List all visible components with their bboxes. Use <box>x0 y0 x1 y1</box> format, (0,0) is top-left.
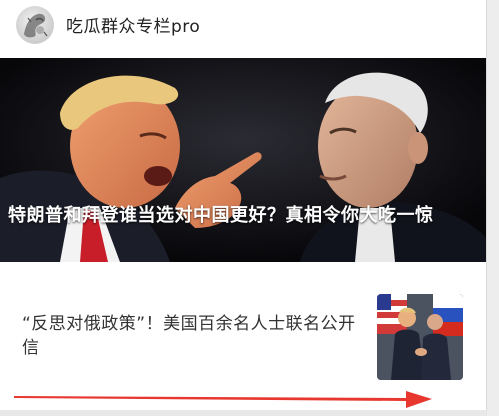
feed-card: 吃瓜群众专栏pro 特朗普和拜登谁当选对中国更好？真相令你大吃一惊 “反思对俄政… <box>0 0 487 410</box>
hero-title[interactable]: 特朗普和拜登谁当选对中国更好？真相令你大吃一惊 <box>8 204 480 228</box>
scrollbar-track[interactable] <box>487 0 499 416</box>
article-title[interactable]: “反思对俄政策”！美国百余名人士联名公开信 <box>22 312 362 360</box>
red-arrow-annotation <box>14 391 432 408</box>
article-list-item[interactable]: “反思对俄政策”！美国百余名人士联名公开信 <box>0 282 486 382</box>
article-thumbnail[interactable] <box>377 294 463 380</box>
channel-name[interactable]: 吃瓜群众专栏pro <box>66 12 200 37</box>
ink-painting-avatar-icon <box>24 13 48 38</box>
trump-biden-photo <box>0 58 486 262</box>
channel-header[interactable]: 吃瓜群众专栏pro <box>0 0 486 50</box>
channel-avatar[interactable] <box>16 6 54 44</box>
handshake-photo <box>377 294 463 380</box>
hero-article[interactable]: 特朗普和拜登谁当选对中国更好？真相令你大吃一惊 <box>0 58 486 262</box>
